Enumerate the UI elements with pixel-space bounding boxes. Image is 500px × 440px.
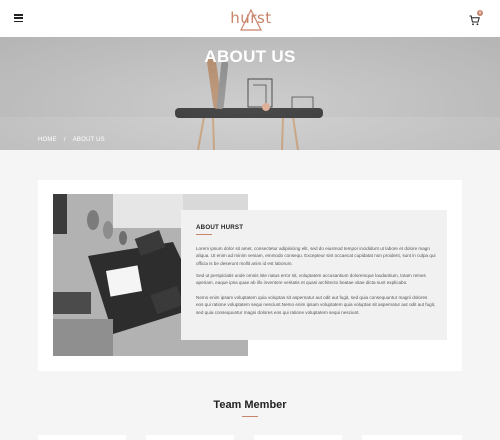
hamburger-menu-icon[interactable]	[14, 14, 23, 23]
about-heading: ABOUT HURST	[196, 224, 244, 231]
breadcrumb: HOME / ABOUT US	[38, 137, 105, 143]
team-title-divider	[242, 416, 258, 417]
about-heading-divider	[196, 234, 212, 235]
logo-text: hurst	[230, 9, 272, 27]
breadcrumb-home-link[interactable]: HOME	[38, 137, 57, 143]
cart-count-badge: 0	[477, 10, 483, 16]
site-header: hurst 0	[0, 0, 500, 37]
team-member-card[interactable]	[38, 435, 126, 440]
page-title: ABOUT US	[204, 47, 296, 66]
team-section-title: Team Member	[213, 399, 287, 411]
shopping-cart-icon[interactable]: 0	[469, 10, 483, 26]
team-member-card[interactable]	[362, 435, 462, 440]
site-logo[interactable]: hurst	[230, 7, 272, 31]
about-paragraph-2: Sed ut perspiciatis unde omnis iste natu…	[196, 273, 426, 286]
breadcrumb-current: ABOUT US	[72, 137, 105, 143]
about-paragraph-3: Nemo enim ipsam voluptatem quia voluptas…	[196, 295, 436, 315]
team-member-card[interactable]	[146, 435, 234, 440]
about-paragraph-1: Lorem ipsum dolor sit amet, consectetur …	[196, 246, 436, 266]
breadcrumb-separator: /	[63, 137, 66, 143]
team-member-card[interactable]	[254, 435, 342, 440]
